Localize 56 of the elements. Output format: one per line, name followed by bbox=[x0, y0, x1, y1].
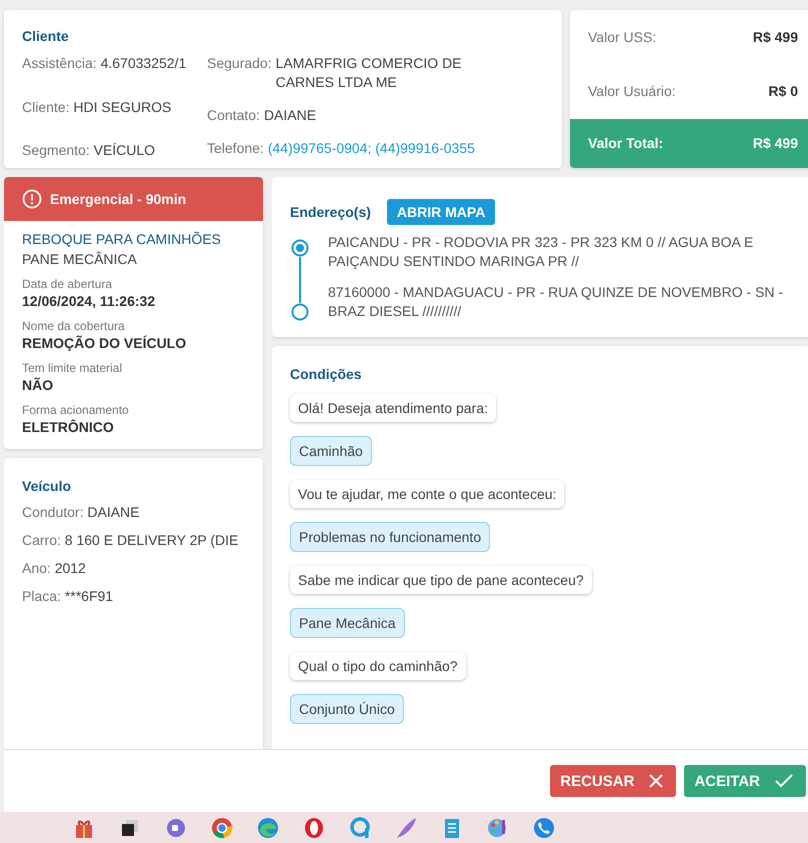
phone-link[interactable]: (44)99765-0904; (44)99916-0355 bbox=[268, 139, 475, 158]
phone-icon[interactable] bbox=[532, 816, 556, 840]
field-label: Segurado: bbox=[207, 54, 272, 73]
vehicle-field: Condutor: DAIANE bbox=[22, 503, 245, 522]
browser-icon[interactable] bbox=[256, 816, 280, 840]
close-icon bbox=[648, 773, 664, 789]
browser-icon[interactable] bbox=[210, 816, 234, 840]
value-label: Valor Total: bbox=[588, 135, 664, 152]
detail-value: ELETRÔNICO bbox=[22, 419, 115, 435]
question-bubble: Qual o tipo do caminhão? bbox=[290, 652, 466, 680]
field-label: Telefone: bbox=[207, 139, 264, 158]
vehicle-field: Placa: ***6F91 bbox=[22, 587, 245, 606]
section-title: Condições bbox=[290, 366, 362, 382]
value-amount: R$ 499 bbox=[752, 29, 798, 46]
question-bubble: Vou te ajudar, me conte o que aconteceu: bbox=[290, 480, 564, 508]
answer-bubble: Pane Mecânica bbox=[290, 608, 405, 638]
info-icon bbox=[22, 189, 42, 209]
detail-label: Data de abertura bbox=[22, 277, 114, 291]
section-title: Cliente bbox=[22, 28, 70, 44]
answer-bubble: Problemas no funcionamento bbox=[290, 522, 490, 552]
vehicle-field: Carro: 8 160 E DELIVERY 2P (DIE bbox=[22, 531, 245, 550]
service-title: REBOQUE PARA CAMINHÕES bbox=[22, 231, 222, 247]
value-label: Valor Usuário: bbox=[588, 83, 676, 100]
detail-label: Nome da cobertura bbox=[22, 319, 126, 333]
field-value: LAMARFRIG COMERCIO DE CARNES LTDA ME bbox=[276, 54, 463, 92]
question-bubble: Olá! Deseja atendimento para: bbox=[290, 394, 496, 422]
open-map-button[interactable]: ABRIR MAPA bbox=[386, 199, 496, 225]
client-field: Assistência: 4.67033252/1 bbox=[22, 54, 197, 73]
field-label: Contato: bbox=[207, 106, 260, 125]
section-title: Veículo bbox=[22, 478, 72, 494]
answer-bubble: Conjunto Único bbox=[290, 694, 404, 724]
value-amount: R$ 0 bbox=[768, 83, 798, 100]
address-text: PAICANDU - PR - RODOVIA PR 323 - PR 323 KM 0 // AGUA BOA E PAIÇANDU SENTINDO MARINGA PR // bbox=[328, 233, 754, 271]
question-bubble: Sabe me indicar que tipo de pane aconteceu? bbox=[290, 566, 592, 594]
browser-icon[interactable] bbox=[302, 816, 326, 840]
feather-icon[interactable] bbox=[394, 816, 418, 840]
detail-value: 12/06/2024, 11:26:32 bbox=[22, 293, 156, 309]
value-amount: R$ 499 bbox=[752, 135, 798, 152]
check-icon bbox=[774, 773, 794, 789]
refuse-button[interactable]: RECUSAR bbox=[550, 765, 676, 797]
answer-bubble: Caminhão bbox=[290, 436, 372, 466]
vehicle-field: Ano: 2012 bbox=[22, 559, 245, 578]
detail-label: Forma acionamento bbox=[22, 403, 130, 417]
address-text: 87160000 - MANDAGUACU - PR - RUA QUINZE DE NOVEMBRO - SN - BRAZ DIESEL ////////// bbox=[328, 283, 784, 321]
urgency-text: Emergencial - 90min bbox=[50, 191, 186, 207]
section-title: Endereço(s) bbox=[290, 204, 371, 220]
field-value: DAIANE bbox=[264, 106, 316, 125]
detail-value: REMOÇÃO DO VEÍCULO bbox=[22, 335, 188, 351]
app-icon[interactable] bbox=[348, 816, 372, 840]
value-label: Valor USS: bbox=[588, 29, 656, 46]
detail-label: Tem limite material bbox=[22, 361, 124, 375]
detail-value: NÃO bbox=[22, 377, 54, 393]
client-field: Segmento: VEÍCULO bbox=[22, 141, 197, 160]
client-field: Cliente: HDI SEGUROS bbox=[22, 98, 197, 116]
service-subtitle: PANE MECÂNICA bbox=[22, 251, 138, 267]
accept-button[interactable]: ACEITAR bbox=[684, 765, 806, 797]
